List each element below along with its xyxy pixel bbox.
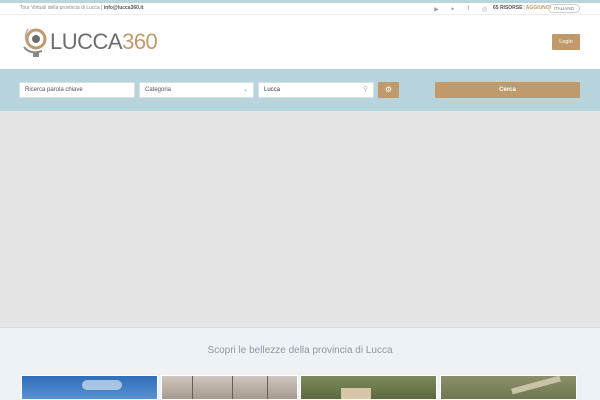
- keyword-search-input[interactable]: Ricerca parola chiave: [19, 82, 135, 98]
- logo-wordmark: LUCCA360: [50, 29, 158, 55]
- top-bar-info: Tour Virtuali della provincia di Lucca |…: [20, 5, 143, 11]
- login-button[interactable]: Login: [552, 34, 580, 50]
- logo-number: 360: [122, 29, 158, 54]
- thumbnail-path-shape: [511, 376, 561, 395]
- map-pin-icon: ⚲: [362, 86, 368, 93]
- section-title: Scopri le bellezze della provincia di Lu…: [207, 345, 393, 356]
- facebook-icon[interactable]: f: [464, 5, 473, 14]
- site-header: LUCCA360 Login: [0, 16, 600, 69]
- thumbnail-branch-shape: [192, 376, 193, 399]
- map-area[interactable]: [0, 111, 600, 328]
- search-bar: Ricerca parola chiave Categoria ⌄ Lucca …: [0, 69, 600, 111]
- social-links: ▶ ✦ f ◎: [432, 4, 489, 14]
- youtube-icon[interactable]: ▶: [432, 5, 441, 14]
- gallery-thumbnail[interactable]: [21, 375, 158, 400]
- chevron-down-icon: ⌄: [242, 87, 248, 93]
- thumbnail-cloud-shape: [82, 380, 122, 390]
- language-selector[interactable]: ITALIANO: [548, 4, 580, 13]
- site-logo[interactable]: LUCCA360: [20, 24, 158, 60]
- gear-icon: ⚙: [384, 85, 393, 94]
- listing-separator: |: [523, 5, 525, 11]
- advanced-filters-button[interactable]: ⚙: [378, 82, 399, 98]
- thumbnail-branch-shape: [232, 376, 233, 399]
- logo-text: LUCCA: [50, 29, 123, 54]
- search-submit-button[interactable]: Cerca: [435, 82, 580, 98]
- top-bar-tagline: Tour Virtuali della provincia di Lucca |: [20, 5, 103, 11]
- logo-globe-icon: [23, 28, 47, 57]
- contact-email-link[interactable]: info@lucca360.it: [104, 5, 144, 11]
- instagram-icon[interactable]: ◎: [480, 5, 489, 14]
- resources-count-link[interactable]: 65 RISORSE: [493, 5, 522, 11]
- thumbnail-branch-shape: [267, 376, 268, 399]
- listing-links: 65 RISORSE|AGGIUNGI: [493, 5, 551, 11]
- gallery-thumbnail[interactable]: [300, 375, 437, 400]
- top-bar: Tour Virtuali della provincia di Lucca |…: [0, 3, 600, 15]
- location-input[interactable]: Lucca ⚲: [258, 82, 374, 98]
- twitter-icon[interactable]: ✦: [448, 5, 457, 14]
- gallery-thumbnail[interactable]: [161, 375, 298, 400]
- category-select-label: Categoria: [145, 87, 172, 93]
- thumbnail-building-shape: [341, 388, 371, 399]
- discover-section: Scopri le bellezze della provincia di Lu…: [0, 328, 600, 400]
- gallery-thumbnail[interactable]: [440, 375, 577, 400]
- location-input-value: Lucca: [264, 87, 281, 93]
- category-select[interactable]: Categoria ⌄: [139, 82, 254, 98]
